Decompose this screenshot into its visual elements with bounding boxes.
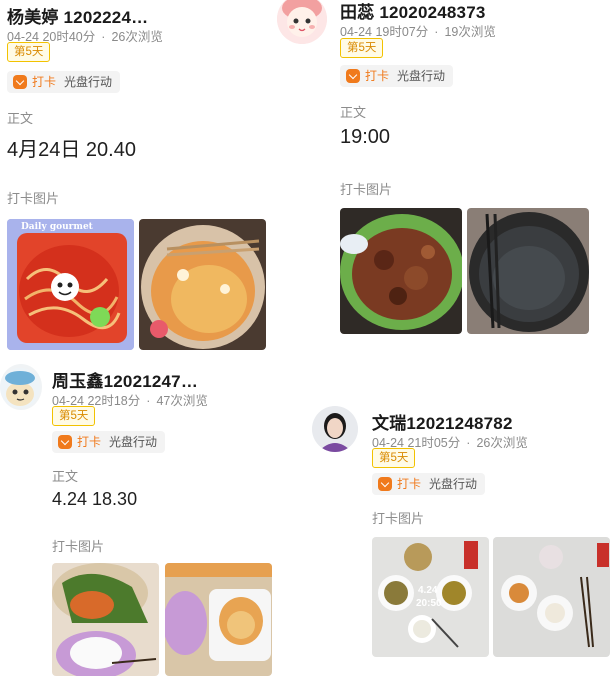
body-label: 正文 [340, 105, 367, 120]
author-name[interactable]: 田蕊 12020248373 [340, 0, 486, 23]
photo-stamp-time: 20:50 [416, 598, 442, 609]
meta-separator: · [434, 25, 439, 39]
topic-tag[interactable]: 打卡 光盘行动 [340, 65, 454, 87]
checkin-photo-1[interactable]: Daily gourmet [7, 219, 134, 350]
checkin-photo-2[interactable] [467, 208, 589, 334]
photos-label: 打卡图片 [372, 511, 425, 526]
tag-checkin-label: 打卡 [365, 69, 390, 83]
post-card-1[interactable]: 杨美婷 1202224… 04-24 20时40分 · 26次浏览 第5天 打卡 光… [0, 0, 300, 360]
photos-label: 打卡图片 [340, 182, 393, 197]
photos-label: 打卡图片 [52, 539, 105, 554]
streak-badge: 第5天 [340, 38, 384, 58]
cartoon-avatar-icon [277, 0, 327, 44]
author-name[interactable]: 杨美婷 1202224… [7, 3, 148, 28]
checkin-icon [58, 435, 72, 449]
checkin-photo-1[interactable]: 4.24 20:50 [372, 537, 489, 657]
checkin-photo-2[interactable] [165, 563, 272, 676]
streak-badge: 第5天 [52, 406, 96, 426]
meta-separator: · [101, 30, 106, 44]
topic-tag[interactable]: 打卡 光盘行动 [7, 71, 121, 93]
meal-table-image [372, 537, 489, 657]
avatar[interactable] [0, 364, 42, 410]
stir-fry-image [340, 208, 462, 334]
topic-tag[interactable]: 打卡 光盘行动 [372, 473, 486, 495]
empty-dishes-image [493, 537, 610, 657]
meta-separator: · [466, 436, 471, 450]
cartoon-avatar-icon [0, 368, 40, 408]
body-label: 正文 [52, 469, 79, 484]
meta-separator: · [146, 394, 151, 408]
tag-checkin-label: 打卡 [77, 435, 102, 449]
body-text: 4.24 18.30 [52, 489, 138, 509]
photo-avatar-icon [312, 406, 358, 452]
noodle-soup-image [7, 219, 134, 350]
photos-label: 打卡图片 [7, 191, 60, 206]
streak-badge: 第5天 [372, 448, 416, 468]
body-text: 19:00 [340, 126, 391, 148]
photo-overlay-text: Daily gourmet [21, 222, 93, 232]
empty-plates-image [165, 563, 272, 676]
photo-stamp-date: 4.24 [418, 585, 438, 596]
view-count: 19次浏览 [444, 25, 496, 39]
empty-pot-image [467, 208, 589, 334]
post-card-3[interactable]: 周玉鑫12021247… 04-24 22时18分 · 47次浏览 第5天 打卡 光… [0, 360, 300, 687]
checkin-icon [346, 69, 360, 83]
spicy-bowl-image [139, 219, 266, 350]
checkin-photo-2[interactable] [139, 219, 266, 350]
dinner-rice-image [52, 563, 159, 676]
streak-badge: 第5天 [7, 42, 51, 62]
checkin-photo-1[interactable] [52, 563, 159, 676]
post-date: 04-24 19时07分 [340, 25, 429, 39]
post-card-2[interactable]: 田蕊 12020248373 04-24 19时07分 · 19次浏览 第5天 打卡… [270, 0, 614, 345]
tag-checkin-label: 打卡 [32, 75, 57, 89]
post-card-4[interactable]: 文瑞12021248782 04-24 21时05分 · 26次浏览 第5天 打卡 … [300, 400, 614, 687]
tag-topic-label: 光盘行动 [429, 477, 478, 491]
author-name[interactable]: 文瑞12021248782 [372, 409, 513, 434]
avatar[interactable] [312, 406, 358, 452]
author-name[interactable]: 周玉鑫12021247… [52, 367, 198, 392]
avatar[interactable] [277, 0, 327, 44]
view-count: 26次浏览 [476, 436, 528, 450]
view-count: 47次浏览 [156, 394, 208, 408]
tag-checkin-label: 打卡 [397, 477, 422, 491]
view-count: 26次浏览 [111, 30, 163, 44]
topic-tag[interactable]: 打卡 光盘行动 [52, 431, 166, 453]
checkin-icon [378, 477, 392, 491]
body-label: 正文 [7, 111, 34, 126]
checkin-photo-2[interactable] [493, 537, 610, 657]
body-text: 4月24日 20.40 [7, 139, 136, 161]
tag-topic-label: 光盘行动 [109, 435, 158, 449]
checkin-photo-1[interactable] [340, 208, 462, 334]
tag-topic-label: 光盘行动 [397, 69, 446, 83]
checkin-icon [13, 75, 27, 89]
tag-topic-label: 光盘行动 [64, 75, 113, 89]
